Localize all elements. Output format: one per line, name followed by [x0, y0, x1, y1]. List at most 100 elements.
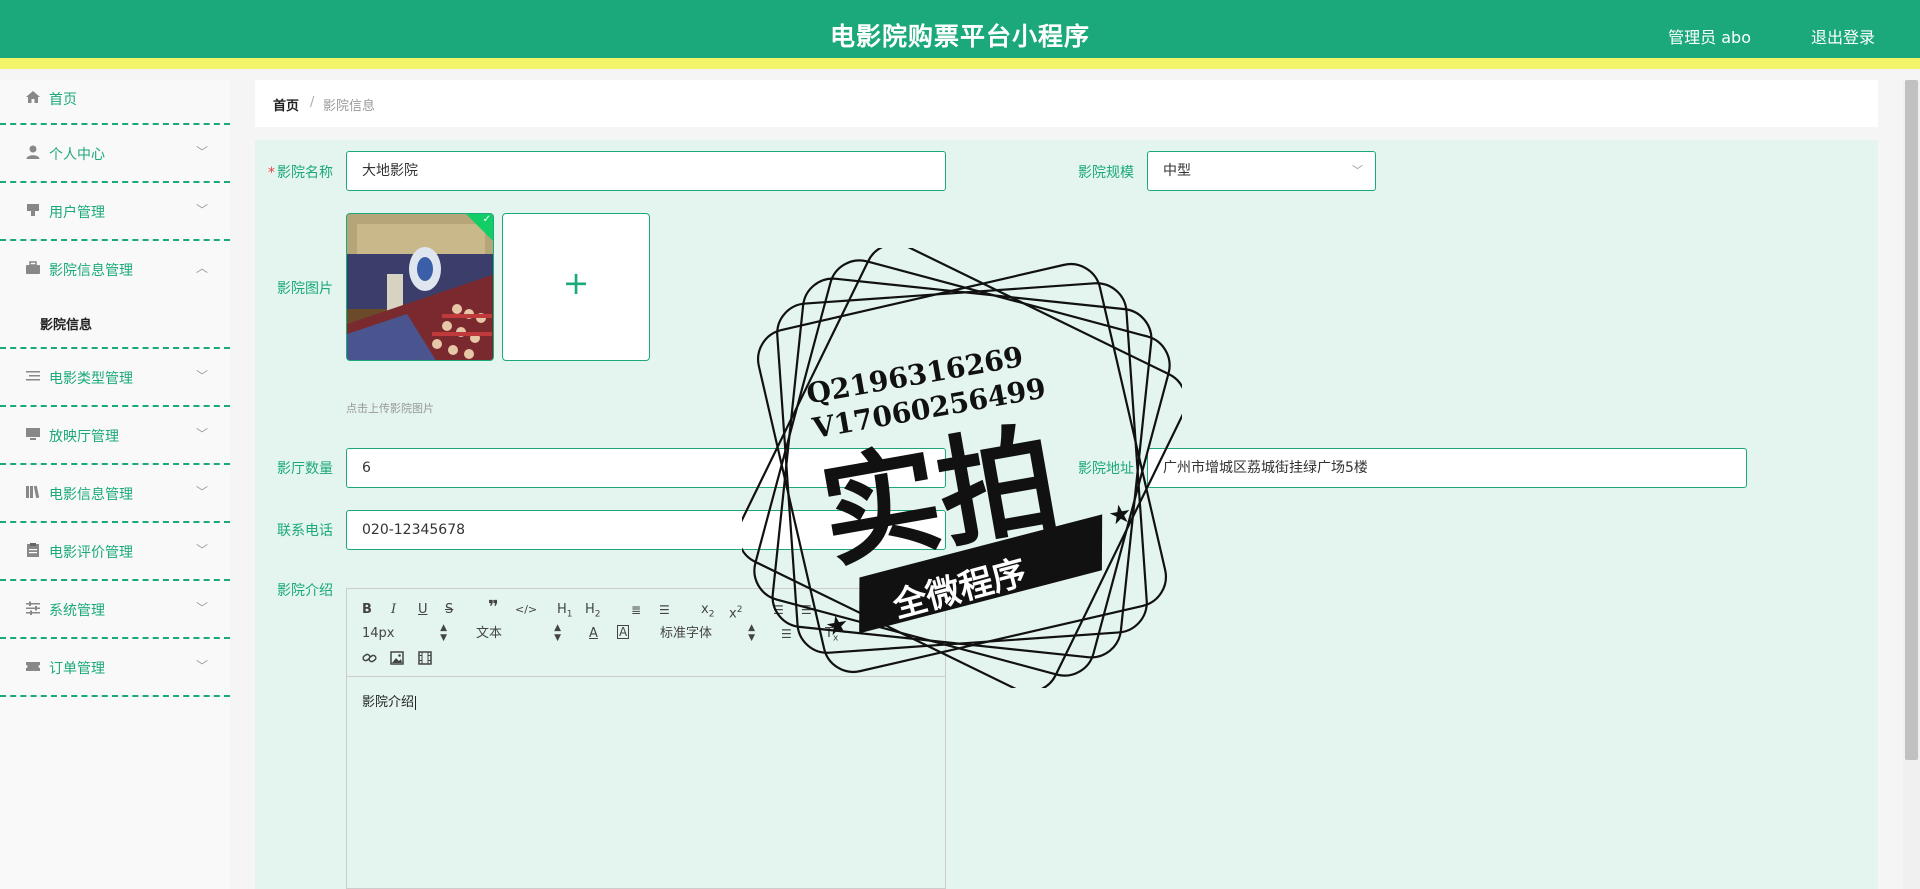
top-header: 电影院购票平台小程序 管理员 abo 退出登录 — [0, 0, 1920, 69]
clear-format-button[interactable]: Tx — [825, 625, 838, 648]
bullet-list-button[interactable]: ☰ — [659, 601, 670, 619]
code-button[interactable]: </> — [515, 601, 537, 619]
indent-button[interactable]: ☰ — [801, 601, 812, 619]
current-user: 管理员 abo — [1668, 28, 1751, 47]
sidebar-item-label: 个人中心 — [49, 147, 105, 163]
text-caret — [415, 695, 417, 710]
sidebar-item-halls[interactable]: 放映厅管理 ﹀ — [0, 407, 230, 465]
cinema-name-label: * 影院名称 — [268, 165, 333, 181]
chevron-down-icon: ﹀ — [195, 145, 208, 159]
cinema-scale-value: 中型 — [1163, 163, 1191, 179]
chevron-down-icon: ﹀ — [195, 427, 208, 441]
h1-button[interactable]: H1 — [557, 601, 573, 624]
font-size-select[interactable]: 14px ▲ ▼ — [362, 623, 447, 643]
select-arrows-icon: ▲ ▼ — [748, 623, 755, 643]
font-color-button[interactable]: A — [589, 625, 598, 643]
outdent-button[interactable]: ☰ — [773, 601, 784, 619]
sidebar-item-label: 订单管理 — [49, 661, 105, 677]
upload-hint: 点击上传影院图片 — [346, 402, 434, 415]
sidebar-item-profile[interactable]: 个人中心 ﹀ — [0, 125, 230, 183]
video-icon[interactable] — [418, 651, 432, 665]
underline-button[interactable]: U — [418, 601, 428, 619]
select-arrows-icon: ▲ ▼ — [554, 623, 561, 643]
image-icon[interactable] — [390, 651, 404, 665]
chevron-down-icon: ﹀ — [1352, 164, 1363, 177]
sidebar-item-label: 放映厅管理 — [49, 429, 119, 445]
scrollbar-thumb[interactable] — [1905, 80, 1918, 760]
editor-toolbar: B I U S ❞ </> H1 H2 ≣ ☰ x2 x2 ☰ ☰ 14px ▲ ▼… — [347, 589, 945, 677]
sidebar-item-cinema-info[interactable]: 影院信息管理 ︿ — [0, 241, 230, 299]
font-family-select[interactable]: 标准字体 ▲ ▼ — [660, 623, 755, 643]
check-icon: ✓ — [482, 214, 491, 225]
h2-button[interactable]: H2 — [585, 601, 601, 624]
blockquote-button[interactable]: ❞ — [488, 599, 499, 617]
address-input[interactable]: 广州市增城区荔城街挂绿广场5楼 — [1147, 448, 1747, 488]
library-icon — [26, 485, 40, 499]
font-size-value: 14px — [362, 626, 395, 641]
image-upload-button[interactable]: + — [502, 213, 650, 361]
subscript-button[interactable]: x2 — [701, 601, 714, 624]
background-color-button[interactable]: A — [617, 625, 630, 639]
chevron-down-icon: ﹀ — [195, 203, 208, 217]
plus-icon: + — [562, 264, 590, 302]
app-title: 电影院购票平台小程序 — [829, 22, 1090, 51]
page-scrollbar[interactable] — [1903, 80, 1920, 889]
monitor-icon — [26, 428, 40, 440]
breadcrumb-separator: / — [310, 95, 315, 110]
cinema-image-thumbnail[interactable]: ✓ — [346, 213, 494, 361]
users-icon — [27, 204, 39, 216]
hall-count-label: 影厅数量 — [277, 461, 333, 477]
hall-count-input[interactable]: 6 — [346, 448, 946, 488]
sidebar-item-movie-types[interactable]: 电影类型管理 ﹀ — [0, 349, 230, 407]
sidebar-item-reviews[interactable]: 电影评价管理 ﹀ — [0, 523, 230, 581]
chevron-down-icon: ﹀ — [195, 601, 208, 615]
sidebar-item-system[interactable]: 系统管理 ﹀ — [0, 581, 230, 639]
sidebar-item-label: 首页 — [49, 92, 77, 108]
chevron-down-icon: ﹀ — [195, 543, 208, 557]
block-type-select[interactable]: 文本 ▲ ▼ — [476, 623, 561, 643]
font-family-value: 标准字体 — [660, 626, 713, 641]
address-label: 影院地址 — [1078, 461, 1134, 477]
sidebar-item-label: 电影类型管理 — [49, 371, 133, 387]
intro-label: 影院介绍 — [277, 583, 333, 599]
sidebar-subitem-cinema-info[interactable]: 影院信息 — [0, 299, 230, 349]
sidebar-item-label: 影院信息管理 — [49, 263, 133, 279]
user-icon — [26, 145, 40, 159]
sidebar-item-label: 电影信息管理 — [49, 487, 133, 503]
chevron-up-icon: ︿ — [195, 261, 208, 275]
chevron-down-icon: ﹀ — [195, 369, 208, 383]
ticket-icon — [26, 662, 40, 671]
breadcrumb-current: 影院信息 — [323, 99, 376, 114]
breadcrumb-home[interactable]: 首页 — [273, 95, 299, 114]
briefcase-icon — [26, 261, 40, 274]
home-icon — [26, 91, 40, 103]
ordered-list-button[interactable]: ≣ — [631, 601, 641, 619]
strike-button[interactable]: S — [445, 601, 453, 619]
breadcrumb: 首页 / 影院信息 — [255, 80, 1878, 127]
superscript-button[interactable]: x2 — [729, 601, 742, 623]
sliders-icon — [26, 601, 40, 615]
chevron-down-icon: ﹀ — [195, 659, 208, 673]
align-button[interactable]: ☰ — [781, 625, 792, 643]
sidebar-item-home[interactable]: 首页 — [0, 80, 230, 125]
link-icon[interactable] — [362, 651, 378, 665]
editor-content[interactable]: 影院介绍 — [362, 691, 417, 710]
sidebar-item-users[interactable]: 用户管理 ﹀ — [0, 183, 230, 241]
required-mark: * — [268, 165, 275, 181]
intro-text: 影院介绍 — [362, 695, 415, 710]
cinema-image-label: 影院图片 — [277, 281, 333, 297]
phone-label: 联系电话 — [277, 523, 333, 539]
italic-button[interactable]: I — [391, 601, 396, 619]
logout-button[interactable]: 退出登录 — [1811, 24, 1875, 48]
sidebar-item-movies[interactable]: 电影信息管理 ﹀ — [0, 465, 230, 523]
cinema-scale-select[interactable]: 中型 ﹀ — [1147, 151, 1376, 191]
sidebar-item-label: 用户管理 — [49, 205, 105, 221]
cinema-name-input[interactable]: 大地影院 — [346, 151, 946, 191]
list-icon — [26, 371, 40, 381]
sidebar-subitem-label: 影院信息 — [40, 318, 93, 333]
phone-input[interactable]: 020-12345678 — [346, 510, 946, 550]
block-type-value: 文本 — [476, 626, 503, 641]
sidebar-item-orders[interactable]: 订单管理 ﹀ — [0, 639, 230, 697]
cinema-photo — [347, 214, 493, 360]
bold-button[interactable]: B — [362, 601, 372, 619]
